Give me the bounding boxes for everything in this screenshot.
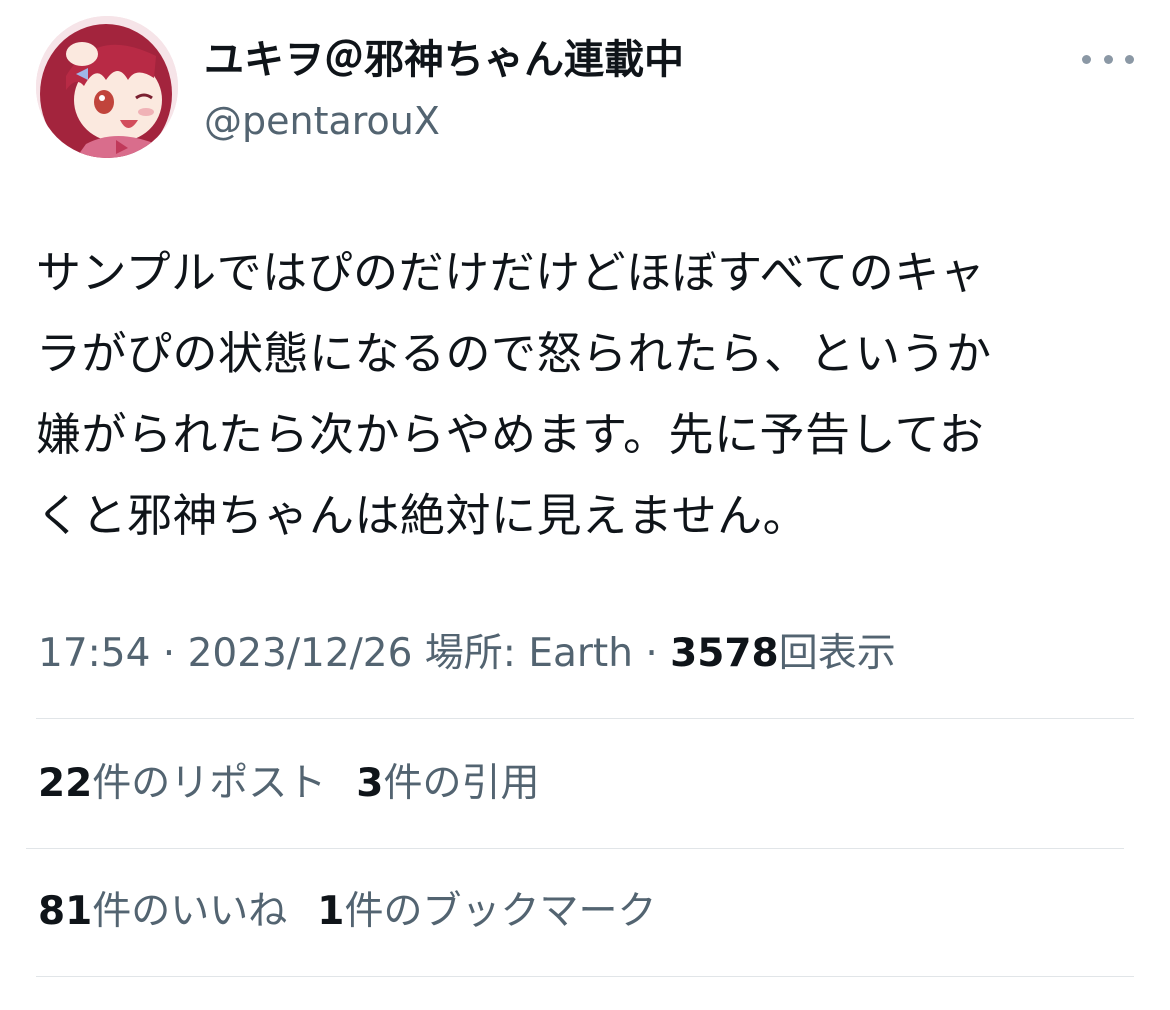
divider — [36, 976, 1134, 977]
quotes-count: 3 — [356, 761, 384, 806]
tweet-text: サンプルではぴのだけだけどほぼすべてのキャ ラがぴの状態になるので怒られたら、と… — [36, 232, 1136, 556]
more-dots-icon — [1082, 54, 1091, 64]
tweet-meta: 17:54 · 2023/12/26 場所: Earth · 3578回表示 — [38, 626, 896, 682]
author-display-name[interactable]: ユキヲ＠邪神ちゃん連載中 — [204, 34, 684, 86]
meta-separator: · — [150, 631, 188, 676]
bookmarks-link[interactable]: 1件のブックマーク — [317, 889, 656, 934]
tweet-text-line: ラがぴの状態になるので怒られたら、というか — [36, 327, 992, 380]
divider — [26, 848, 1124, 849]
tweet-time[interactable]: 17:54 — [38, 631, 150, 676]
avatar[interactable] — [36, 16, 178, 158]
stats-row-reposts: 22件のリポスト 3件の引用 — [38, 756, 539, 812]
bookmarks-label: 件のブックマーク — [344, 889, 657, 934]
tweet-location: 場所: Earth — [412, 631, 633, 676]
more-dots-icon — [1125, 54, 1134, 64]
tweet-text-line: サンプルではぴのだけだけどほぼすべてのキャ — [36, 246, 986, 299]
likes-label: 件のいいね — [92, 889, 288, 934]
view-count-label: 回表示 — [778, 631, 896, 676]
tweet-text-line: くと邪神ちゃんは絶対に見えません。 — [36, 489, 809, 542]
stats-row-likes: 81件のいいね 1件のブックマーク — [38, 884, 656, 940]
meta-separator: · — [632, 631, 671, 676]
reposts-label: 件のリポスト — [92, 761, 327, 806]
anime-girl-avatar-icon — [36, 16, 178, 158]
likes-link[interactable]: 81件のいいね — [38, 889, 287, 934]
more-dots-icon — [1103, 54, 1113, 64]
author-handle[interactable]: @pentarouX — [204, 96, 440, 146]
bookmarks-count: 1 — [317, 889, 345, 934]
likes-count: 81 — [38, 889, 93, 934]
tweet-text-line: 嫌がられたら次からやめます。先に予告してお — [36, 408, 985, 461]
quotes-link[interactable]: 3件の引用 — [356, 761, 539, 806]
view-count: 3578 — [670, 631, 779, 676]
reposts-link[interactable]: 22件のリポスト — [38, 761, 326, 806]
divider — [36, 718, 1134, 719]
tweet-date[interactable]: 2023/12/26 — [188, 631, 413, 676]
quotes-label: 件の引用 — [383, 761, 540, 806]
more-options-button[interactable] — [1082, 44, 1134, 74]
reposts-count: 22 — [38, 761, 93, 806]
